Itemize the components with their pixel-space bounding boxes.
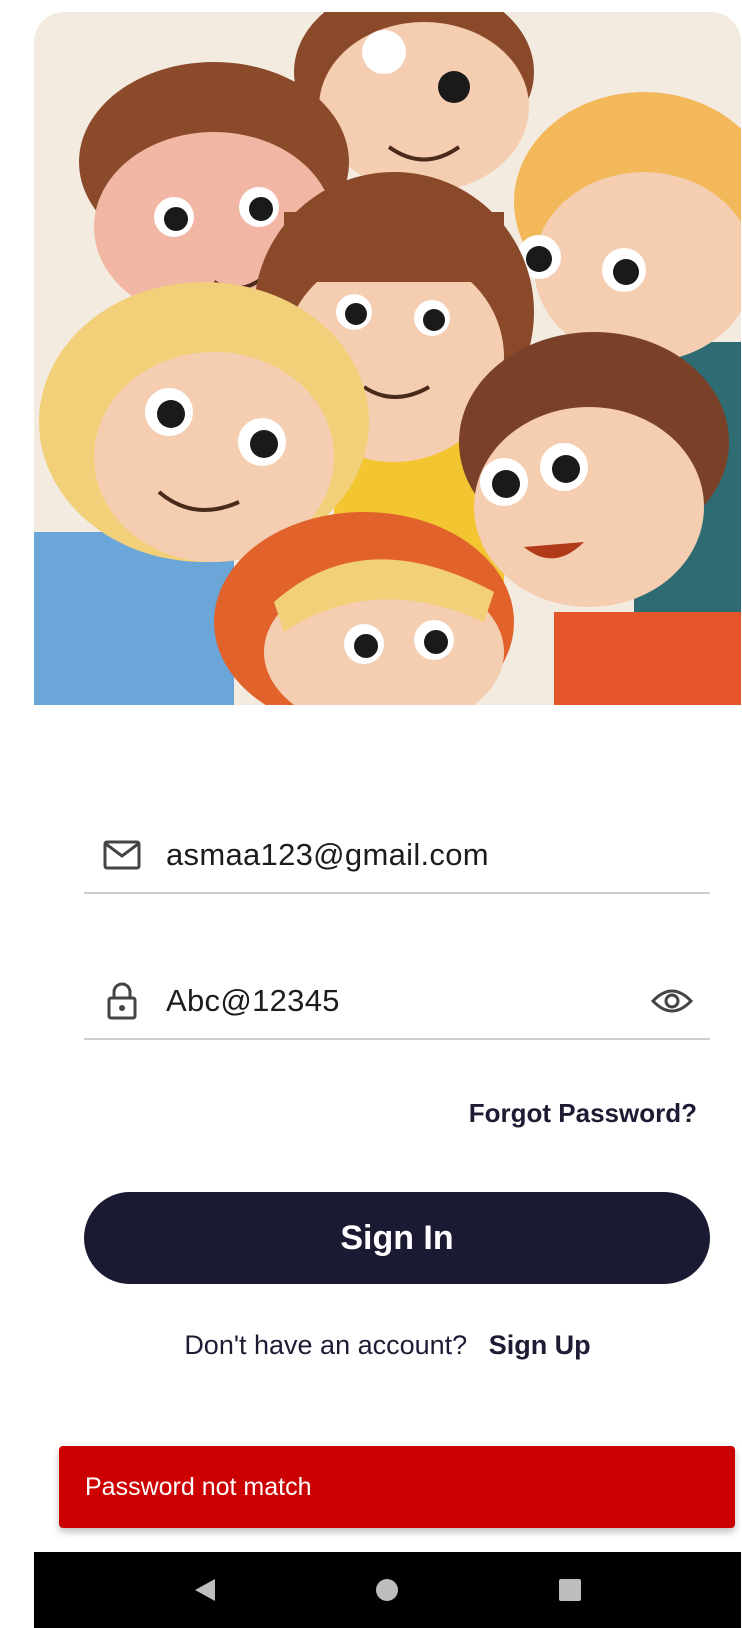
kids-illustration <box>34 12 741 705</box>
email-input[interactable] <box>166 837 710 873</box>
password-input[interactable] <box>166 983 650 1019</box>
signup-row: Don't have an account? Sign Up <box>34 1330 741 1361</box>
error-snackbar: Password not match <box>59 1446 735 1528</box>
eye-icon[interactable] <box>650 981 694 1021</box>
password-field[interactable] <box>84 964 710 1040</box>
app-screen: Forgot Password? Sign In Don't have an a… <box>34 12 741 1628</box>
home-circle-icon[interactable] <box>357 1565 417 1615</box>
sign-in-button[interactable]: Sign In <box>84 1192 710 1284</box>
signup-prompt: Don't have an account? <box>184 1330 468 1360</box>
sign-up-link[interactable]: Sign Up <box>489 1330 591 1360</box>
lock-icon <box>102 981 142 1021</box>
snackbar-message: Password not match <box>85 1472 312 1501</box>
back-triangle-icon[interactable] <box>175 1565 235 1615</box>
forgot-password-link[interactable]: Forgot Password? <box>469 1098 697 1129</box>
email-field[interactable] <box>84 818 710 894</box>
system-nav-bar <box>34 1552 741 1628</box>
mail-icon <box>102 835 142 875</box>
recents-square-icon[interactable] <box>540 1565 600 1615</box>
hero-illustration <box>34 12 741 705</box>
